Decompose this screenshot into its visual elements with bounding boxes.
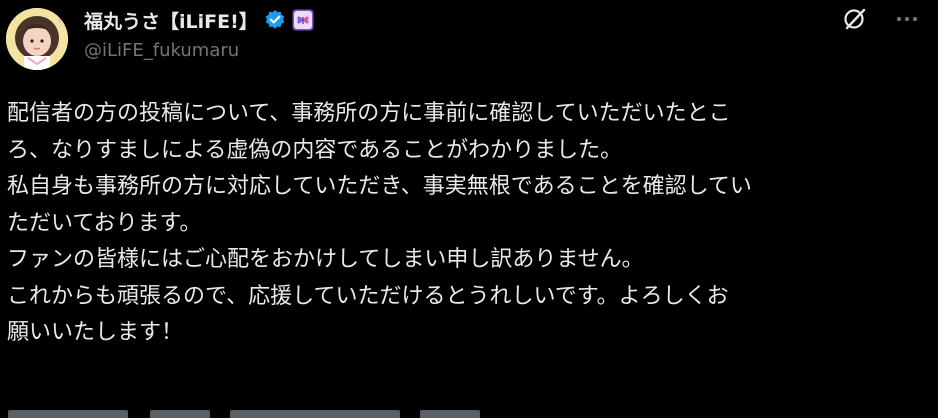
- tweet-line: 願いいたします！: [7, 320, 184, 345]
- tweet-line: ろ、なりすましによる虚偽の内容であることがわかりました。: [7, 137, 623, 163]
- author-display-name[interactable]: 福丸うさ【iLiFE!】: [84, 7, 258, 34]
- tweet-text: 配信者の方の投稿について、事務所の方に事前に確認していただいたとこ ろ、なりすま…: [7, 96, 932, 352]
- grok-icon[interactable]: [842, 6, 868, 32]
- affiliate-badge-icon[interactable]: [291, 9, 314, 31]
- next-content-peek: [0, 406, 938, 418]
- tweet-line: 私自身も事務所の方に対応していただき、事実無根であることを確認してい: [7, 174, 752, 199]
- tweet-line: 配信者の方の投稿について、事務所の方に事前に確認していただいたとこ: [7, 101, 731, 126]
- tweet-line: これからも頑張るので、応援していただけるとうれしいです。よろしくお: [7, 283, 729, 309]
- avatar-image: [6, 8, 68, 70]
- more-dots-icon[interactable]: [892, 6, 922, 32]
- tweet-line: ただいております。: [7, 210, 202, 236]
- author-handle[interactable]: @iLiFE_fukumaru: [84, 40, 239, 61]
- tweet-line: ファンの皆様にはご心配をおかけしてしまい申し訳ありません。: [7, 247, 644, 272]
- verified-badge-icon[interactable]: [264, 9, 286, 31]
- author-name-row: 福丸うさ【iLiFE!】: [84, 6, 314, 34]
- tweet-post: 福丸うさ【iLiFE!】 @iLiFE_fukumaru 配信者の方の投稿につい…: [0, 0, 938, 418]
- author-avatar[interactable]: [6, 8, 68, 70]
